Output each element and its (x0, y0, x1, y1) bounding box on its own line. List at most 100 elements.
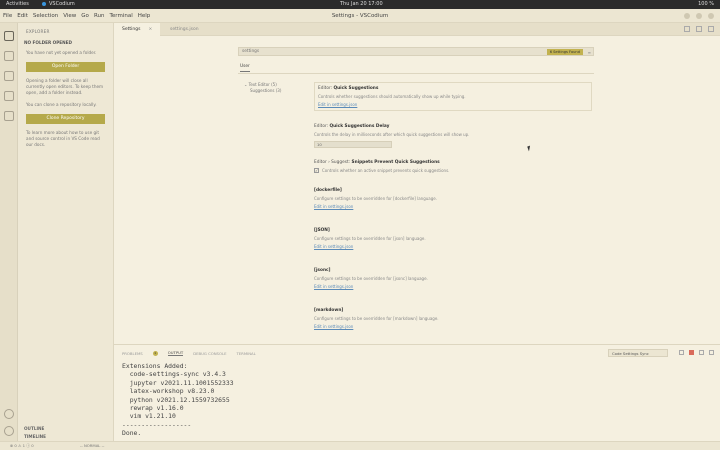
vim-mode-status: -- NORMAL -- (80, 443, 105, 448)
tab-settings[interactable]: Settings × (114, 23, 161, 36)
edit-in-json-link[interactable]: Edit in settings.json (314, 204, 592, 209)
source-control-icon[interactable] (4, 71, 14, 81)
settings-toc: ⌄ Text Editor (5) Suggestions (3) (244, 82, 281, 94)
clone-repository-button[interactable]: Clone Repository (26, 114, 105, 124)
output-line: Done. (122, 429, 142, 438)
delay-input[interactable]: 10 (314, 141, 392, 148)
tab-debug-console[interactable]: DEBUG CONSOLE (193, 351, 226, 356)
setting-json: [JSON] Configure settings to be overridd… (314, 228, 592, 249)
tab-label: settings.json (170, 27, 199, 32)
timeline-section[interactable]: TIMELINE (18, 434, 114, 439)
setting-title: Editor: Quick Suggestions (318, 86, 379, 91)
account-icon[interactable] (4, 409, 14, 419)
sidebar-title: EXPLORER (26, 29, 50, 34)
setting-title: Editor › Suggest: Snippets Prevent Quick… (314, 160, 440, 165)
setting-snippets-prevent: Editor › Suggest: Snippets Prevent Quick… (314, 160, 592, 173)
maximize-icon[interactable] (696, 13, 702, 19)
sidebar-text: You can clone a repository locally. (26, 102, 97, 107)
status-bar: ⊗ 0 ⚠ 1 ⓘ 0 -- NORMAL -- (0, 441, 720, 450)
open-folder-button[interactable]: Open Folder (26, 62, 105, 72)
checkbox[interactable]: ✓ (314, 168, 319, 173)
tab-user-settings[interactable]: User (240, 64, 250, 72)
setting-title: [JSON] (314, 228, 330, 233)
setting-title: [dockerfile] (314, 188, 342, 193)
setting-title: [markdown] (314, 308, 344, 313)
gear-icon[interactable] (4, 426, 14, 436)
outline-section[interactable]: OUTLINE (18, 426, 114, 431)
window-controls (684, 13, 714, 19)
title-bar: File Edit Selection View Go Run Terminal… (0, 9, 720, 23)
system-top-bar: Activities VSCodium Thu Jan 20 17:00 100… (0, 0, 720, 9)
open-json-icon[interactable] (684, 26, 690, 32)
clear-filter-icon[interactable]: ≡ (588, 49, 591, 57)
setting-description: Configure settings to be overridden for … (314, 196, 438, 201)
run-debug-icon[interactable] (4, 91, 14, 101)
output-line: latex-workshop v8.23.0 (122, 387, 215, 396)
setting-description: Configure settings to be overridden for … (314, 236, 426, 241)
no-folder-section[interactable]: NO FOLDER OPENED (18, 38, 113, 47)
setting-description: Configure settings to be overridden for … (314, 276, 428, 281)
clear-output-icon[interactable] (679, 350, 684, 355)
extensions-icon[interactable] (4, 111, 14, 121)
tab-problems[interactable]: PROBLEMS (122, 351, 143, 356)
setting-jsonc: [jsonc] Configure settings to be overrid… (314, 268, 592, 289)
tab-label: Settings (122, 27, 141, 32)
bottom-panel: PROBLEMS 1 OUTPUT DEBUG CONSOLE TERMINAL… (114, 344, 720, 441)
explorer-sidebar: EXPLORER NO FOLDER OPENED You have not y… (18, 23, 114, 441)
search-icon[interactable] (4, 51, 14, 61)
output-line: code-settings-sync v3.4.3 (122, 370, 226, 379)
close-panel-icon[interactable] (709, 350, 714, 355)
toc-suggestions[interactable]: Suggestions (3) (244, 88, 281, 94)
close-tab-icon[interactable]: × (148, 27, 152, 32)
output-line: vim v1.21.10 (122, 412, 176, 421)
sidebar-text: Opening a folder will close all currentl… (26, 78, 104, 95)
setting-quick-suggestions[interactable]: Editor: Quick Suggestions Controls wheth… (314, 82, 592, 111)
sidebar-text: You have not yet opened a folder. (26, 50, 97, 55)
setting-title: Editor: Quick Suggestions Delay (314, 124, 390, 129)
activity-bar (0, 23, 18, 441)
edit-in-json-link[interactable]: Edit in settings.json (314, 324, 592, 329)
settings-search-input[interactable]: settings 6 Settings Found ≡ (238, 47, 594, 56)
setting-quick-suggestions-delay: Editor: Quick Suggestions Delay Controls… (314, 124, 592, 148)
explorer-icon[interactable] (4, 31, 14, 41)
problems-status[interactable]: ⊗ 0 ⚠ 1 ⓘ 0 (10, 442, 34, 450)
setting-title: [jsonc] (314, 268, 331, 273)
snippets-checkbox-row[interactable]: ✓ Controls whether an active snippet pre… (314, 168, 592, 173)
vscodium-window: Activities VSCodium Thu Jan 20 17:00 100… (0, 0, 720, 450)
minimize-icon[interactable] (684, 13, 690, 19)
setting-description: Controls whether suggestions should auto… (318, 94, 466, 99)
setting-description: Configure settings to be overridden for … (314, 316, 439, 321)
lock-scroll-icon[interactable] (689, 350, 694, 355)
window-title: Settings - VSCodium (331, 13, 389, 19)
tab-settings-json[interactable]: settings.json (162, 23, 207, 36)
more-actions-icon[interactable] (708, 26, 714, 32)
sidebar-text: To learn more about how to use git and s… (26, 130, 100, 147)
results-badge: 6 Settings Found (546, 49, 583, 55)
system-tray[interactable]: 100 % (698, 0, 714, 9)
edit-in-json-link[interactable]: Edit in settings.json (314, 244, 592, 249)
setting-description: Controls whether an active snippet preve… (322, 168, 450, 173)
output-line: python v2021.12.1559732655 (122, 395, 230, 404)
close-icon[interactable] (708, 13, 714, 19)
split-editor-icon[interactable] (696, 26, 702, 32)
output-channel-select[interactable]: Code Settings Sync (608, 349, 668, 357)
activities-button[interactable]: Activities (6, 0, 29, 9)
problems-count-badge: 1 (152, 350, 158, 356)
output-log: Extensions Added: code-settings-sync v3.… (122, 362, 234, 438)
settings-editor: settings 6 Settings Found ≡ User ⌄ Text … (114, 36, 720, 344)
tab-terminal[interactable]: TERMINAL (236, 351, 255, 356)
maximize-panel-icon[interactable] (699, 350, 704, 355)
app-menu[interactable]: VSCodium (42, 0, 75, 9)
tab-output[interactable]: OUTPUT (167, 350, 184, 356)
output-line: rewrap v1.16.0 (122, 404, 184, 413)
setting-markdown: [markdown] Configure settings to be over… (314, 308, 592, 329)
edit-in-json-link[interactable]: Edit in settings.json (314, 284, 592, 289)
clock[interactable]: Thu Jan 20 17:00 (340, 0, 383, 9)
divider (238, 73, 594, 74)
panel-tabs: PROBLEMS 1 OUTPUT DEBUG CONSOLE TERMINAL (122, 350, 256, 356)
setting-dockerfile: [dockerfile] Configure settings to be ov… (314, 188, 592, 209)
output-line: Extensions Added: (122, 362, 188, 370)
output-line: ------------------ (122, 420, 192, 429)
edit-in-json-link[interactable]: Edit in settings.json (318, 102, 588, 107)
output-line: jupyter v2021.11.1001552333 (122, 378, 234, 387)
